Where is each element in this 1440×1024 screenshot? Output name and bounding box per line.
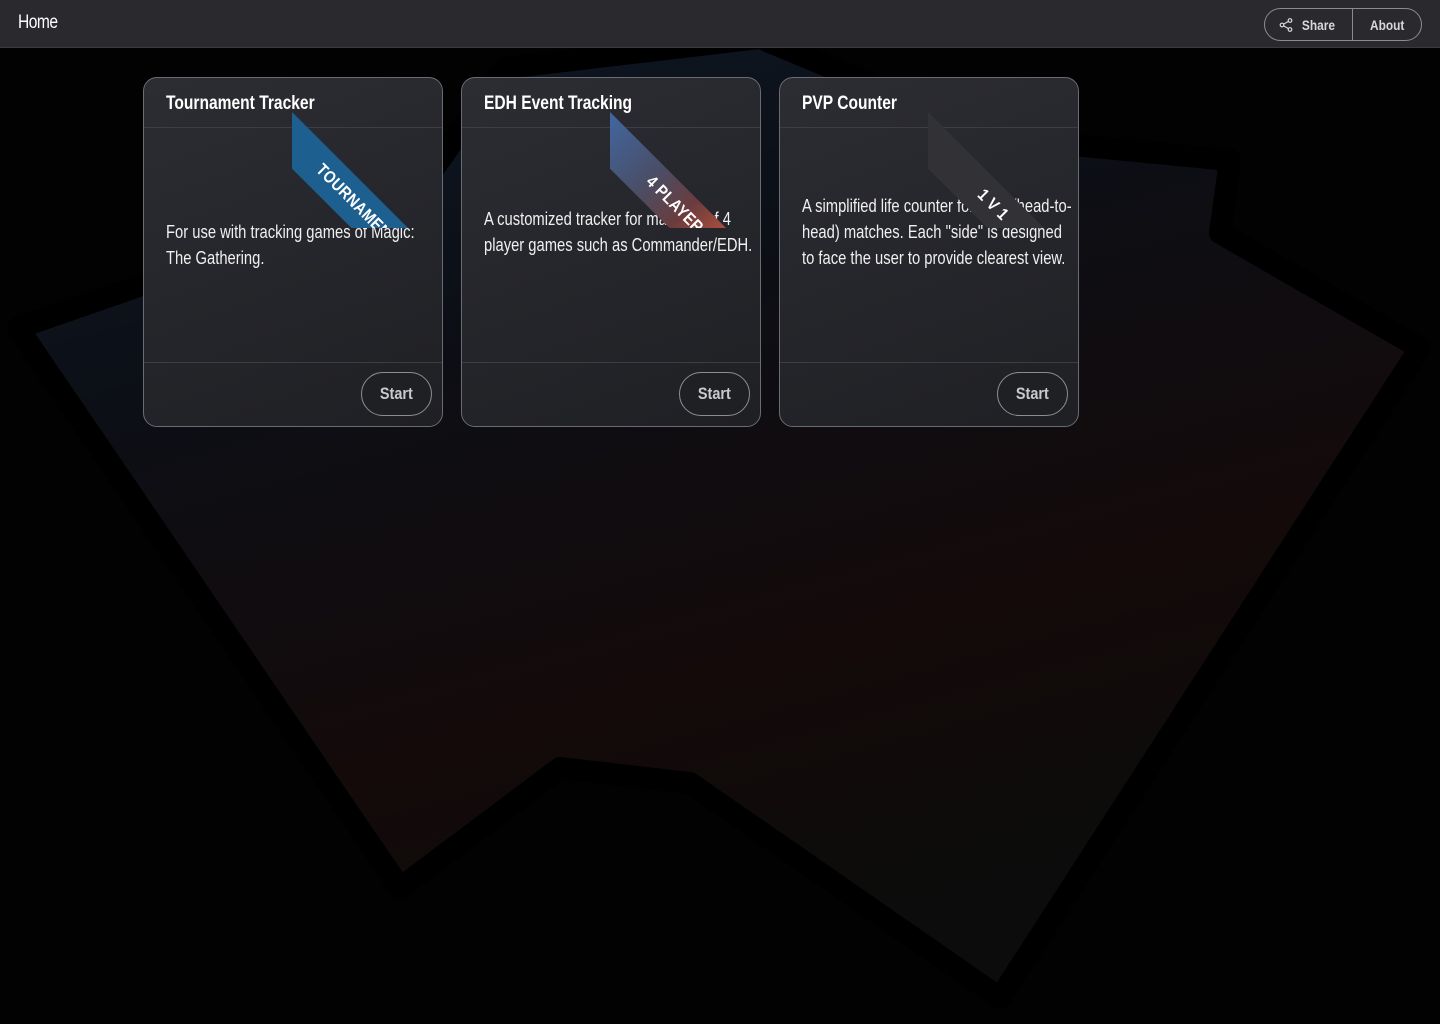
ribbon-label: TOURNAMENT	[312, 160, 402, 228]
ribbon-4-player: 4 PLAYER	[610, 106, 770, 228]
ribbon-corner: TOURNAMENT	[292, 68, 452, 228]
start-label: Start	[1016, 384, 1049, 403]
start-button[interactable]: Start	[679, 372, 750, 416]
ribbon-label: 1 V 1	[973, 185, 1013, 225]
start-button[interactable]: Start	[361, 372, 432, 416]
ribbon-corner: 1 V 1	[928, 68, 1088, 228]
card-tournament-tracker: Tournament Tracker For use with tracking…	[143, 77, 452, 427]
ribbon-corner: 4 PLAYER	[610, 68, 770, 228]
card-footer: Start	[462, 362, 760, 426]
about-label: About	[1369, 16, 1404, 33]
ribbon-1v1: 1 V 1	[928, 106, 1088, 228]
page-title: Home	[18, 12, 58, 33]
card-pvp-counter: PVP Counter A simplified life counter fo…	[779, 77, 1088, 427]
card-title: PVP Counter	[802, 93, 897, 114]
ribbon-label: 4 PLAYER	[642, 172, 708, 228]
top-bar: Home Share About	[0, 0, 1440, 48]
start-label: Start	[380, 384, 413, 403]
ribbon-tournament: TOURNAMENT	[292, 106, 452, 228]
card-edh-event-tracking: EDH Event Tracking A customized tracker …	[461, 77, 770, 427]
start-label: Start	[698, 384, 731, 403]
card-footer: Start	[780, 362, 1078, 426]
card-footer: Start	[144, 362, 442, 426]
start-button[interactable]: Start	[997, 372, 1068, 416]
about-button[interactable]: About	[1351, 9, 1421, 40]
share-button[interactable]: Share	[1265, 9, 1352, 40]
share-label: Share	[1301, 16, 1335, 33]
share-icon	[1279, 17, 1293, 32]
header-button-group: Share About	[1263, 8, 1422, 41]
